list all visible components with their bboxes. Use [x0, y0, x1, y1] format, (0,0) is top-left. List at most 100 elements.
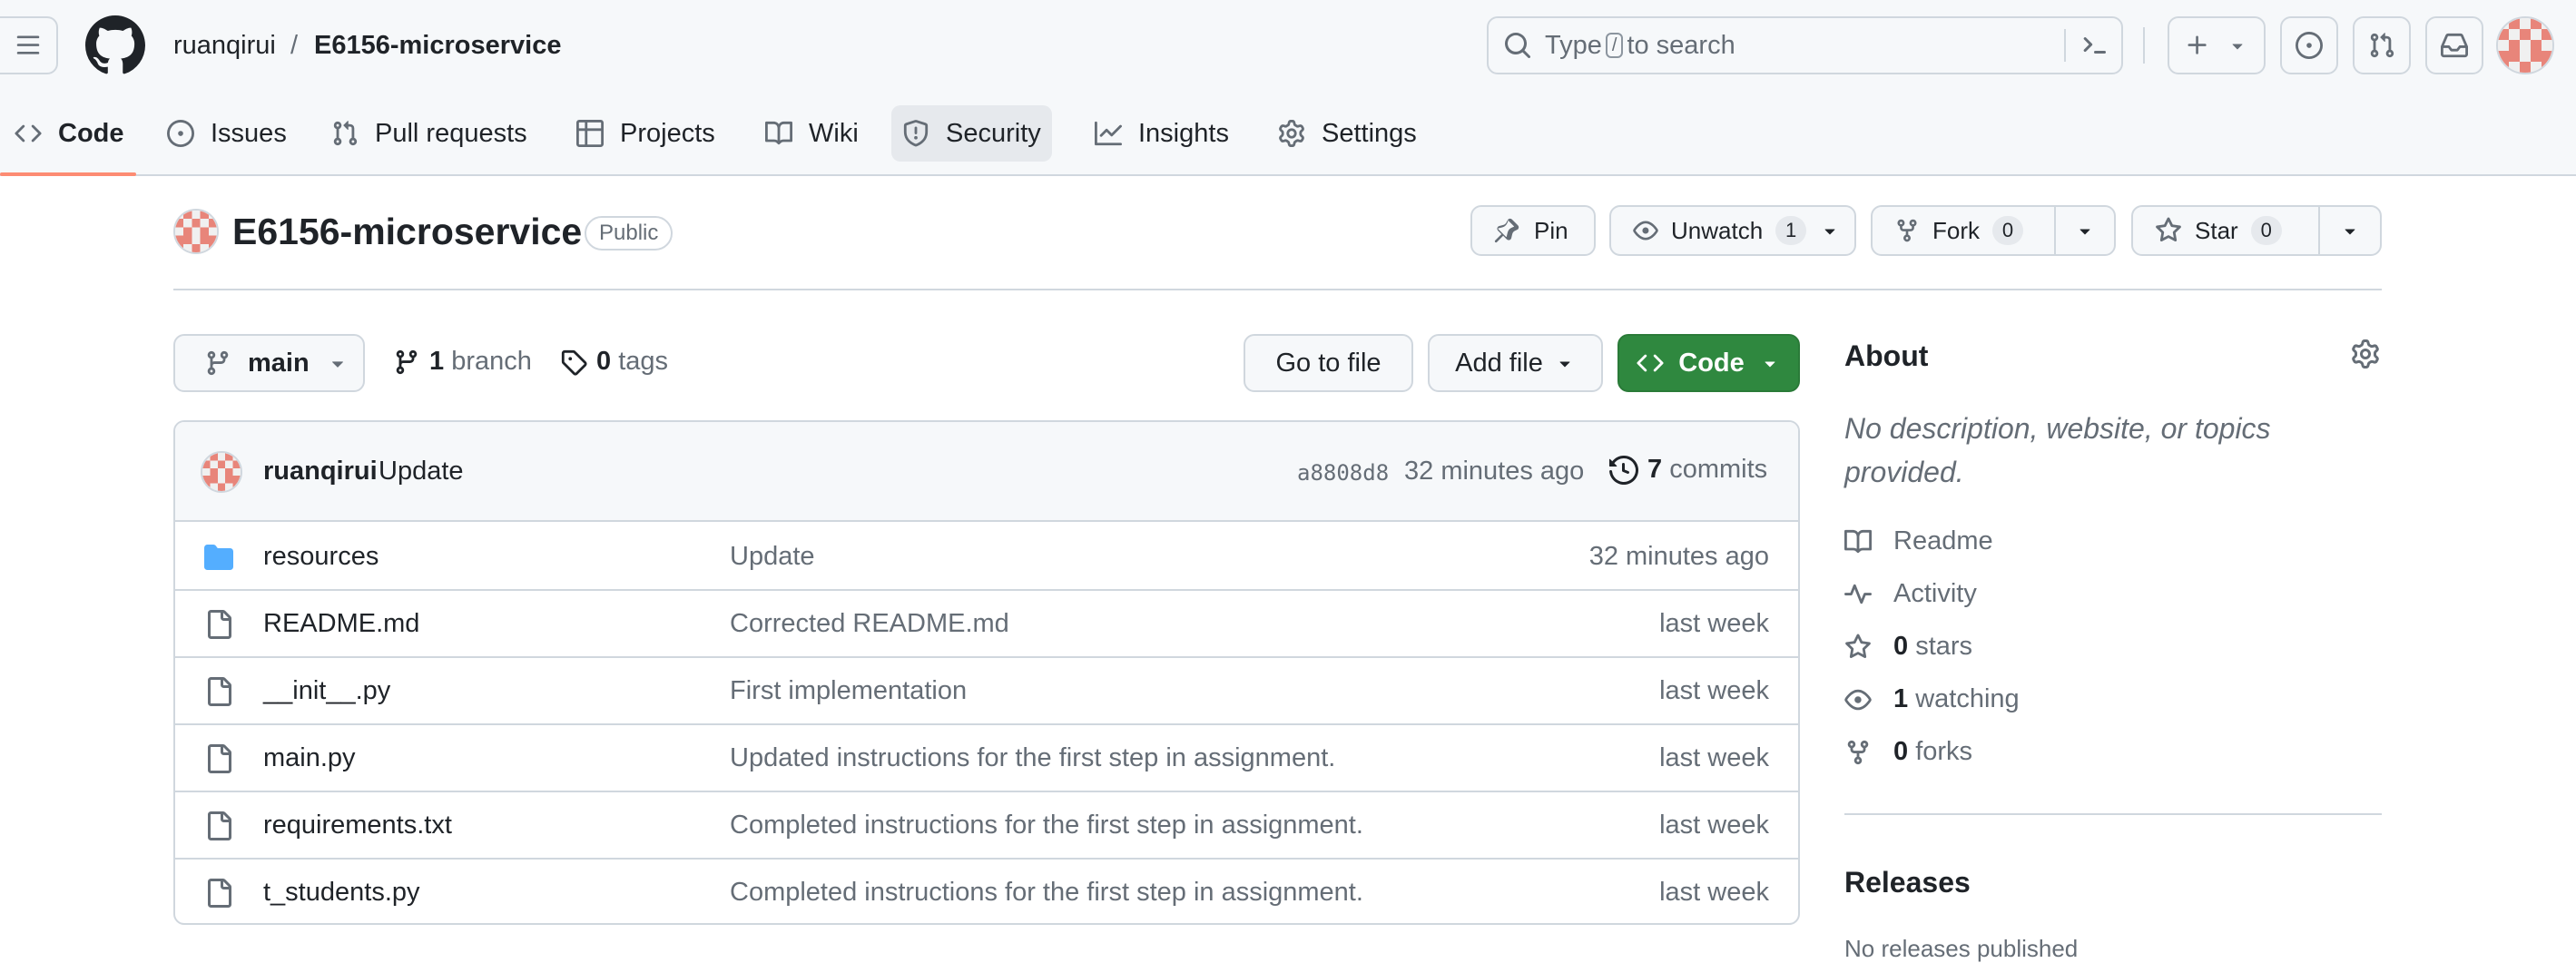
file-icon [208, 677, 231, 706]
readme-link[interactable]: Readme [1844, 526, 1993, 556]
file-row[interactable]: requirements.txt Completed instructions … [175, 792, 1798, 860]
star-button[interactable]: Star 0 [2131, 205, 2382, 256]
code-button[interactable]: Code [1617, 334, 1800, 392]
file-commit-time: last week [1659, 743, 1769, 772]
github-logo-icon[interactable] [85, 15, 145, 75]
tag-count: 0 [596, 347, 612, 376]
file-name[interactable]: requirements.txt [263, 811, 452, 840]
tab-pull-requests-label: Pull requests [375, 118, 527, 148]
file-commit-message[interactable]: Corrected README.md [730, 609, 1009, 639]
activity-link[interactable]: Activity [1844, 579, 1977, 609]
add-file-button[interactable]: Add file [1428, 334, 1603, 392]
commits-link[interactable]: 7 commits [1609, 455, 1767, 485]
inbox-icon [2441, 33, 2468, 58]
file-commit-message[interactable]: Updated instructions for the first step … [730, 743, 1335, 773]
issues-shortcut-button[interactable] [2280, 16, 2338, 74]
file-commit-message[interactable]: First implementation [730, 676, 967, 706]
file-commit-time: last week [1659, 811, 1769, 840]
star-main[interactable]: Star 0 [2133, 207, 2282, 254]
go-to-file-button[interactable]: Go to file [1244, 334, 1413, 392]
tab-projects[interactable]: Projects [565, 105, 726, 162]
commit-sha[interactable]: a8808d8 [1297, 460, 1389, 486]
file-row[interactable]: __init__.py First implementation last we… [175, 658, 1798, 725]
file-commit-time: last week [1659, 878, 1769, 907]
fork-dropdown[interactable] [2054, 207, 2114, 254]
tab-security-label: Security [946, 118, 1041, 148]
app-header: ruanqirui / E6156-microservice Type / to s… [0, 0, 2576, 176]
commit-time: 32 minutes ago [1404, 457, 1585, 486]
file-row[interactable]: main.py Updated instructions for the fir… [175, 725, 1798, 792]
pull-requests-shortcut-button[interactable] [2353, 16, 2411, 74]
file-row[interactable]: README.md Corrected README.md last week [175, 591, 1798, 658]
breadcrumb-owner[interactable]: ruanqirui [173, 29, 276, 62]
file-browser: ruanqirui Update a8808d8 32 minutes ago … [173, 420, 1800, 925]
search-input[interactable]: Type / to search [1487, 16, 2123, 74]
tab-security[interactable]: Security [891, 105, 1052, 162]
file-commit-message[interactable]: Update [730, 542, 815, 572]
command-palette-icon[interactable] [2080, 31, 2109, 60]
gear-icon[interactable] [2351, 339, 2380, 368]
file-commit-message[interactable]: Completed instructions for the first ste… [730, 878, 1363, 908]
branch-word: branch [451, 347, 532, 376]
branches-link[interactable]: 1 branch [393, 347, 532, 377]
issue-opened-icon [167, 120, 194, 147]
tab-issues[interactable]: Issues [156, 105, 298, 162]
file-name[interactable]: resources [263, 542, 379, 572]
forks-link[interactable]: 0 forks [1844, 737, 1972, 767]
create-new-button[interactable] [2168, 16, 2266, 74]
triangle-down-icon [2079, 229, 2090, 235]
tab-insights[interactable]: Insights [1084, 105, 1240, 162]
file-name[interactable]: README.md [263, 609, 419, 639]
search-divider [2064, 29, 2066, 62]
fork-button[interactable]: Fork 0 [1871, 205, 2116, 256]
code-icon [1637, 354, 1664, 372]
menu-button[interactable] [0, 16, 58, 74]
folder-icon [204, 545, 233, 570]
breadcrumb-repo[interactable]: E6156-microservice [314, 29, 561, 62]
header-divider [2143, 27, 2145, 64]
top-bar: ruanqirui / E6156-microservice Type / to s… [0, 0, 2576, 91]
repo-owner-avatar[interactable] [173, 209, 219, 254]
file-commit-message[interactable]: Completed instructions for the first ste… [730, 811, 1363, 840]
tab-code[interactable]: Code [4, 105, 135, 162]
identicon-avatar-icon [202, 453, 241, 491]
triangle-down-icon [2345, 229, 2355, 235]
triangle-down-icon [2232, 44, 2243, 50]
watching-word: watching [1915, 684, 2020, 713]
file-name[interactable]: main.py [263, 743, 356, 773]
watch-counter: 1 [1775, 216, 1807, 245]
tag-icon [561, 349, 587, 376]
file-commit-time: last week [1659, 609, 1769, 638]
branch-selector[interactable]: main [173, 334, 365, 392]
sidebar-divider [1844, 813, 2382, 815]
repo-title[interactable]: E6156-microservice [232, 209, 582, 254]
commit-author-avatar[interactable] [201, 451, 242, 493]
file-name[interactable]: t_students.py [263, 878, 420, 908]
pin-button[interactable]: Pin [1470, 205, 1596, 256]
pulse-icon [1844, 584, 1872, 604]
commit-author[interactable]: ruanqirui [263, 457, 378, 486]
notifications-button[interactable] [2425, 16, 2483, 74]
tab-pull-requests[interactable]: Pull requests [320, 105, 538, 162]
file-name[interactable]: __init__.py [263, 676, 390, 706]
activity-label: Activity [1893, 579, 1977, 608]
tags-link[interactable]: 0 tags [560, 347, 668, 377]
unwatch-button[interactable]: Unwatch 1 [1609, 205, 1856, 256]
tab-settings[interactable]: Settings [1267, 105, 1428, 162]
fork-main[interactable]: Fork 0 [1873, 207, 2023, 254]
hamburger-icon [16, 35, 40, 54]
file-row[interactable]: resources Update 32 minutes ago [175, 524, 1798, 591]
file-row[interactable]: t_students.py Completed instructions for… [175, 860, 1798, 923]
commit-message[interactable]: Update [379, 457, 464, 486]
tab-insights-label: Insights [1138, 118, 1229, 148]
star-dropdown[interactable] [2318, 207, 2380, 254]
forks-count: 0 [1893, 737, 1909, 766]
releases-heading[interactable]: Releases [1844, 866, 1971, 899]
stars-link[interactable]: 0 stars [1844, 632, 1972, 662]
tab-wiki[interactable]: Wiki [754, 105, 870, 162]
fork-counter: 0 [1992, 216, 2023, 245]
unwatch-main[interactable]: Unwatch 1 [1611, 207, 1841, 254]
code-icon [15, 124, 42, 142]
watchers-link[interactable]: 1 watching [1844, 684, 2020, 714]
user-avatar[interactable] [2496, 16, 2554, 74]
